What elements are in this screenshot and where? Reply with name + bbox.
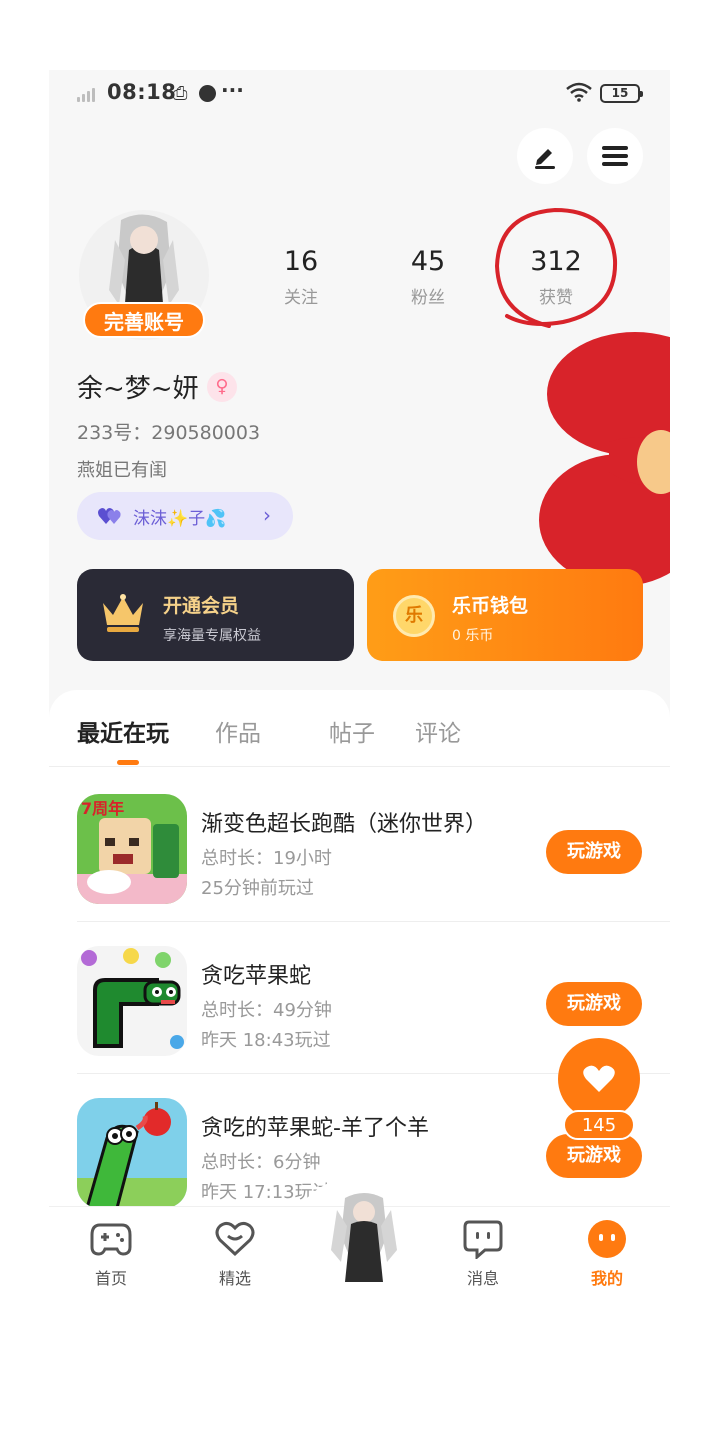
- more-notifications-icon: ···: [221, 78, 244, 102]
- phone-screen: 08:18 ⎙ ··· 15 完善账号 16 关注 45 粉丝 312 获赞 余…: [49, 70, 670, 1306]
- gamepad-icon: [90, 1223, 132, 1256]
- message-icon: [463, 1220, 503, 1259]
- play-game-button[interactable]: 玩游戏: [546, 1134, 642, 1178]
- tabs-divider: [49, 766, 670, 767]
- coin-balance: 0 乐币: [452, 628, 494, 644]
- like-button[interactable]: [558, 1038, 640, 1120]
- tab-posts[interactable]: 帖子: [329, 714, 375, 748]
- game-last-played: 昨天 18:43玩过: [201, 1030, 331, 1051]
- crown-icon: [103, 594, 143, 632]
- game-icon: [77, 1098, 187, 1208]
- followers-count: 45: [410, 246, 446, 277]
- following-count: 16: [283, 246, 319, 277]
- menu-icon: [602, 146, 628, 166]
- tag-label: 沫沫✨子💦: [133, 508, 227, 529]
- female-icon: ♀: [207, 372, 237, 402]
- nav-me-label: 我的: [590, 1269, 623, 1288]
- game-last-played: 25分钟前玩过: [201, 878, 314, 899]
- anniversary-badge: 7周年: [81, 799, 124, 818]
- nickname: 余~梦~妍: [77, 374, 199, 404]
- game-duration: 总时长：6分钟: [201, 1152, 321, 1173]
- notification-icon: ⎙: [173, 83, 188, 104]
- game-row[interactable]: 7周年 渐变色超长跑酷（迷你世界） 总时长：19小时 25分钟前玩过 玩游戏: [49, 770, 670, 922]
- tag-chip[interactable]: 沫沫✨子💦 ›: [77, 492, 293, 540]
- heart-chat-icon: [215, 1221, 255, 1257]
- tab-recent[interactable]: 最近在玩: [77, 714, 169, 748]
- tab-indicator: [117, 760, 139, 765]
- coin-title: 乐币钱包: [452, 595, 529, 617]
- game-name: 贪吃苹果蛇: [201, 964, 312, 989]
- game-icon: 7周年: [77, 794, 187, 904]
- user-id: 233号：290580003: [77, 422, 261, 444]
- battery-icon: 15: [600, 84, 643, 103]
- game-name: 渐变色超长跑酷（迷你世界）: [201, 812, 488, 837]
- wifi-icon: [566, 82, 592, 102]
- followers-label: 粉丝: [411, 288, 445, 308]
- smile-icon: [588, 1220, 626, 1258]
- app-notification-icon: [199, 85, 216, 102]
- center-character-button[interactable]: [319, 1190, 409, 1290]
- signal-icon: [77, 88, 95, 102]
- tab-comments[interactable]: 评论: [415, 714, 461, 748]
- vip-subtitle: 享海量专属权益: [163, 628, 261, 644]
- status-bar: 08:18 ⎙ ··· 15: [49, 70, 670, 118]
- play-game-button[interactable]: 玩游戏: [546, 830, 642, 874]
- heart-icon: [583, 1065, 615, 1092]
- coin-wallet-card[interactable]: 乐 乐币钱包 0 乐币: [367, 569, 643, 661]
- coin-icon: 乐: [393, 595, 435, 637]
- like-count: 145: [563, 1110, 635, 1140]
- game-name: 贪吃的苹果蛇-羊了个羊: [201, 1116, 429, 1141]
- nav-messages-label: 消息: [466, 1269, 499, 1288]
- nav-messages[interactable]: 消息: [443, 1217, 523, 1289]
- edit-profile-button[interactable]: [517, 128, 573, 184]
- nav-home[interactable]: 首页: [71, 1217, 151, 1289]
- chevron-right-icon: ›: [263, 503, 271, 527]
- followers-stat[interactable]: 45 粉丝: [378, 246, 478, 308]
- nav-featured-label: 精选: [218, 1269, 251, 1288]
- game-duration: 总时长：19小时: [201, 848, 332, 869]
- hearts-icon: [98, 508, 121, 524]
- game-icon: [77, 946, 187, 1056]
- pen-icon: [535, 149, 555, 169]
- red-sticker-decoration: [539, 332, 670, 586]
- red-circle-annotation: [494, 207, 618, 328]
- nav-featured[interactable]: 精选: [195, 1217, 275, 1289]
- complete-account-button[interactable]: 完善账号: [83, 302, 205, 338]
- nav-me[interactable]: 我的: [567, 1217, 647, 1289]
- following-stat[interactable]: 16 关注: [251, 246, 351, 308]
- tab-works[interactable]: 作品: [215, 714, 261, 748]
- menu-button[interactable]: [587, 128, 643, 184]
- nav-home-label: 首页: [94, 1269, 127, 1288]
- game-duration: 总时长：49分钟: [201, 1000, 332, 1021]
- vip-card[interactable]: 开通会员 享海量专属权益: [77, 569, 354, 661]
- bio: 燕姐已有闺: [77, 460, 167, 481]
- play-game-button[interactable]: 玩游戏: [546, 982, 642, 1026]
- character-image: [331, 1193, 397, 1282]
- status-time: 08:18: [107, 80, 177, 104]
- vip-title: 开通会员: [163, 595, 240, 617]
- following-label: 关注: [284, 288, 318, 308]
